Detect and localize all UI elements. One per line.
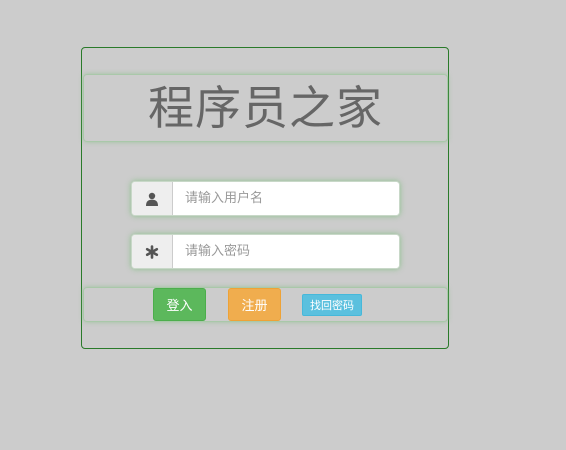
page-title: 程序员之家 [148, 81, 383, 135]
title-box: 程序员之家 [83, 74, 448, 142]
user-icon [132, 182, 173, 215]
register-button[interactable]: 注册 [228, 288, 281, 321]
username-input-group [131, 181, 400, 216]
forgot-password-button[interactable]: 找回密码 [302, 294, 362, 316]
username-input[interactable] [173, 182, 399, 215]
asterisk-icon [132, 235, 173, 268]
password-input[interactable] [173, 235, 399, 268]
password-input-group [131, 234, 400, 269]
login-button[interactable]: 登入 [153, 288, 206, 321]
